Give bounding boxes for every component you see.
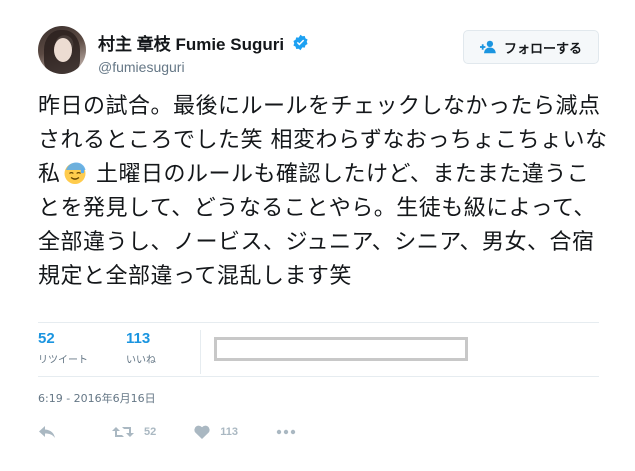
retweet-button[interactable]: 52 (112, 425, 156, 439)
follow-button-label: フォローする (503, 41, 582, 57)
reply-icon (39, 426, 55, 438)
sweat-smile-emoji (64, 162, 86, 184)
retweet-count: 52 (38, 330, 55, 347)
retweet-label: リツイート (38, 355, 88, 366)
user-names: 村主 章枝 Fumie Suguri @fumiesuguri (98, 30, 309, 75)
tweet-header: 村主 章枝 Fumie Suguri @fumiesuguri フォローする (38, 26, 599, 78)
heart-icon (194, 425, 210, 439)
follow-person-plus-icon (479, 40, 496, 54)
like-stat[interactable]: 113 いいね (126, 330, 156, 374)
like-button[interactable]: 113 (194, 425, 238, 439)
follow-button[interactable]: フォローする (463, 30, 599, 64)
verified-badge-icon (293, 34, 308, 51)
like-label: いいね (126, 355, 156, 366)
divider-top (38, 322, 599, 323)
tweet-timestamp[interactable]: 6:19 - 2016年6月16日 (38, 390, 156, 406)
tweet-text: 昨日の試合。最後にルールをチェックしなかったら減点されるところでした笑 相変わら… (38, 90, 608, 294)
tweet-text-part-2: 土曜日のルールも確認したけど、またまた違うことを発見して、どうなることやら。生徒… (38, 162, 596, 289)
tweet-actions: 52 113 (38, 420, 296, 444)
like-action-count: 113 (220, 426, 238, 438)
like-count: 113 (126, 330, 151, 347)
more-dots-icon (276, 429, 296, 435)
reply-button[interactable] (38, 425, 56, 439)
tweet-stats: 52 リツイート 113 いいね (38, 330, 194, 374)
display-name[interactable]: 村主 章枝 Fumie Suguri (98, 30, 284, 55)
stats-separator (200, 330, 201, 374)
retweet-action-count: 52 (144, 426, 157, 438)
user-handle[interactable]: @fumiesuguri (98, 59, 309, 75)
avatar[interactable] (38, 26, 86, 74)
retweet-icon (112, 427, 134, 437)
divider-middle (38, 376, 599, 377)
retweet-stat[interactable]: 52 リツイート (38, 330, 88, 374)
likers-avatars-placeholder (214, 337, 468, 361)
more-button[interactable] (276, 429, 296, 435)
